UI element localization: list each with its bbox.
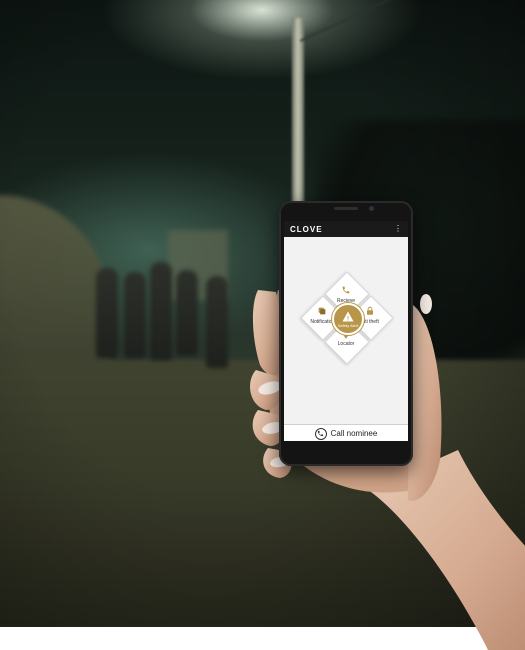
- locator-label: Locator: [337, 341, 355, 347]
- menu-dots-icon[interactable]: ⋮: [394, 225, 402, 233]
- phone-icon: [342, 286, 350, 294]
- lock-icon: [367, 306, 373, 315]
- safety-alert-label: Safety Alert: [337, 322, 359, 328]
- call-nominee-button[interactable]: Call nominee: [284, 424, 408, 441]
- svg-text:!: !: [347, 315, 349, 322]
- phone-screen: CLOVE ⋮ Recieve Notifications Anti theft…: [284, 221, 408, 441]
- earpiece: [334, 207, 358, 210]
- smartphone: CLOVE ⋮ Recieve Notifications Anti theft…: [279, 201, 413, 466]
- app-bar: CLOVE ⋮: [284, 221, 408, 237]
- app-brand-logo: CLOVE: [290, 224, 323, 234]
- call-icon: [314, 427, 327, 440]
- safety-alert-button[interactable]: ! Safety Alert: [332, 303, 364, 335]
- call-nominee-label: Call nominee: [330, 429, 378, 438]
- front-camera: [369, 206, 374, 211]
- notifications-icon: [318, 307, 326, 315]
- warning-icon: !: [342, 311, 354, 322]
